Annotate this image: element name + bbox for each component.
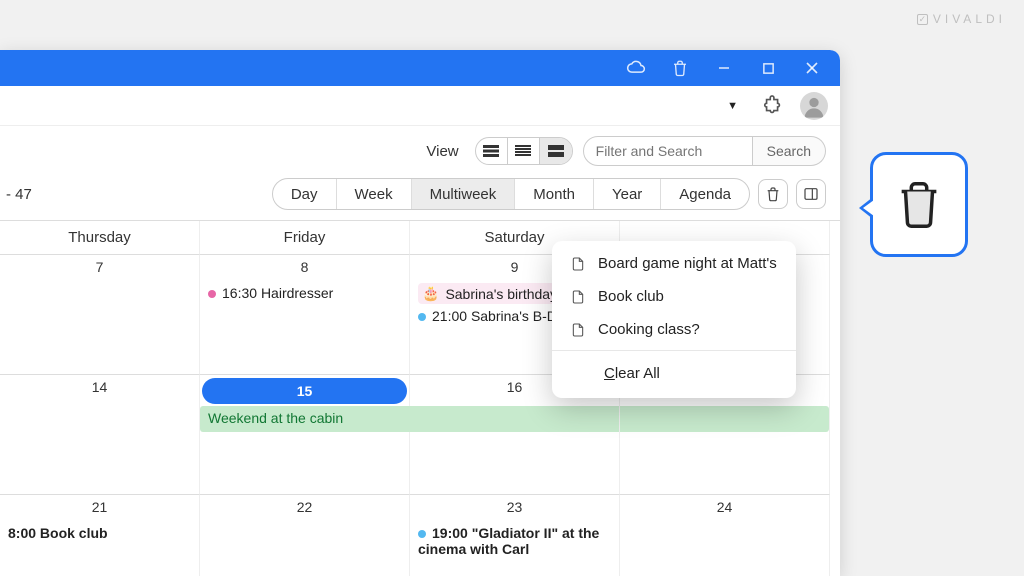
cell-7[interactable]: 7 (0, 255, 200, 375)
range-agenda[interactable]: Agenda (661, 178, 749, 210)
event-book-club[interactable]: 8:00 Book club (8, 525, 191, 541)
col-friday: Friday (200, 221, 410, 255)
trash-icon[interactable] (658, 50, 702, 86)
trash-item-2[interactable]: Book club (552, 280, 796, 313)
vivaldi-watermark: ✓VIVALDI (917, 12, 1006, 26)
document-icon (570, 289, 586, 305)
minimize-button[interactable] (702, 50, 746, 86)
cell-15[interactable]: 15 Weekend at the cabin (200, 375, 410, 495)
search-button[interactable]: Search (753, 136, 826, 166)
cell-23[interactable]: 23 19:00 "Gladiator II" at the cinema wi… (410, 495, 620, 576)
cell-24[interactable]: 24 (620, 495, 830, 576)
range-pill: Day Week Multiweek Month Year Agenda (272, 178, 750, 210)
view-label: View (426, 143, 458, 160)
titlebar (0, 50, 840, 86)
event-gladiator[interactable]: 19:00 "Gladiator II" at the cinema with … (418, 525, 611, 557)
view-density-pill (475, 137, 573, 165)
today-indicator: 15 (202, 378, 407, 404)
document-icon (570, 256, 586, 272)
col-thursday: Thursday (0, 221, 200, 255)
trash-menu: Board game night at Matt's Book club Coo… (552, 241, 796, 398)
search-input[interactable] (583, 136, 753, 166)
event-hairdresser[interactable]: 16:30 Hairdresser (208, 285, 401, 301)
range-year[interactable]: Year (594, 178, 661, 210)
density-medium[interactable] (508, 138, 540, 164)
density-large[interactable] (540, 138, 572, 164)
maximize-button[interactable] (746, 50, 790, 86)
close-button[interactable] (790, 50, 834, 86)
trash-clear-all[interactable]: Clear All (552, 355, 796, 392)
toolbar-trash-icon[interactable] (758, 179, 788, 209)
cell-22[interactable]: 22 (200, 495, 410, 576)
extensions-icon[interactable] (760, 93, 786, 119)
trash-item-1[interactable]: Board game night at Matt's (552, 247, 796, 280)
range-month[interactable]: Month (515, 178, 594, 210)
range-day[interactable]: Day (273, 178, 337, 210)
cell-8[interactable]: 8 16:30 Hairdresser (200, 255, 410, 375)
range-week[interactable]: Week (337, 178, 412, 210)
trash-item-3[interactable]: Cooking class? (552, 313, 796, 346)
callout-bubble (870, 152, 968, 257)
document-icon (570, 322, 586, 338)
cell-14[interactable]: 14 (0, 375, 200, 495)
cell-21[interactable]: 21 8:00 Book club (0, 495, 200, 576)
week-number: - 47 (0, 186, 32, 203)
range-multiweek[interactable]: Multiweek (412, 178, 516, 210)
density-compact[interactable] (476, 138, 508, 164)
address-bar: ▼ (0, 86, 840, 126)
url-dropdown-icon[interactable]: ▼ (719, 96, 746, 116)
avatar[interactable] (800, 92, 828, 120)
trash-icon (895, 178, 943, 232)
cloud-icon[interactable] (614, 50, 658, 86)
toolbar-panel-icon[interactable] (796, 179, 826, 209)
